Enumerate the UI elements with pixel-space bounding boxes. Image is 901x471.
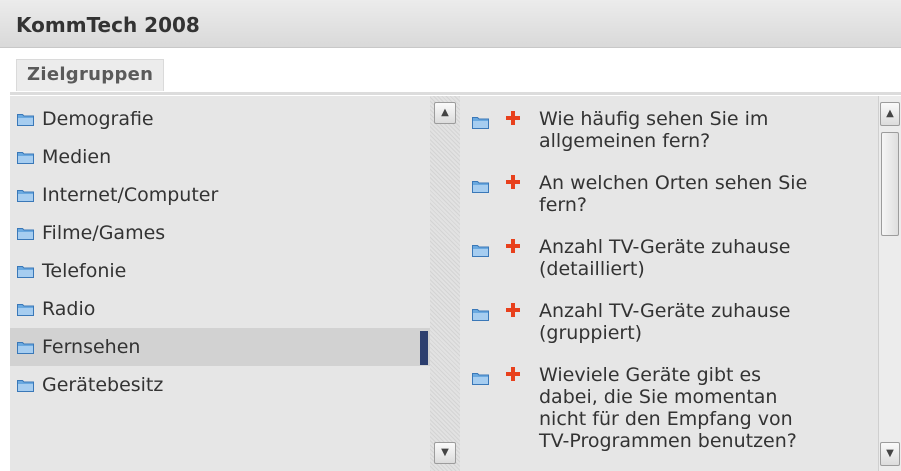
plus-icon[interactable] — [505, 366, 521, 382]
folder-icon — [17, 380, 34, 392]
question-line: Anzahl TV-Geräte zuhause — [539, 236, 791, 258]
arrow-up-icon[interactable]: ▲ — [434, 102, 456, 124]
tab-divider — [10, 92, 901, 95]
category-item-internet-computer[interactable]: Internet/Computer — [10, 176, 430, 214]
category-scrollbar[interactable]: ▲ ▼ — [430, 96, 460, 471]
question-item[interactable]: Anzahl TV-Geräte zuhause (gruppiert) — [460, 300, 878, 354]
folder-icon — [472, 309, 489, 321]
arrow-down-icon[interactable]: ▼ — [434, 442, 456, 464]
category-label: Gerätebesitz — [42, 374, 164, 396]
folder-icon — [472, 245, 489, 257]
selection-indicator — [420, 331, 428, 365]
category-list: Demografie Medien Internet/Computer Film… — [10, 96, 430, 471]
question-item[interactable]: Anzahl TV-Geräte zuhause (detailliert) — [460, 236, 878, 290]
scrollbar-thumb[interactable] — [881, 132, 899, 236]
category-item-radio[interactable]: Radio — [10, 290, 430, 328]
category-item-fernsehen[interactable]: Fernsehen — [10, 328, 430, 366]
question-scrollbar[interactable]: ▲ ▼ — [878, 96, 901, 471]
question-line: (gruppiert) — [539, 322, 643, 344]
app-title: KommTech 2008 — [16, 13, 200, 37]
question-item[interactable]: An welchen Orten sehen Sie fern? — [460, 172, 878, 226]
folder-icon — [17, 190, 34, 202]
tab-zielgruppen[interactable]: Zielgruppen — [16, 59, 165, 91]
folder-icon — [17, 266, 34, 278]
question-line: dabei, die Sie momentan — [539, 386, 778, 408]
category-label: Medien — [42, 146, 112, 168]
folder-icon — [17, 114, 34, 126]
question-line: allgemeinen fern? — [539, 130, 711, 152]
category-label: Fernsehen — [42, 336, 141, 358]
question-line: TV-Programmen benutzen? — [539, 430, 797, 452]
folder-icon — [472, 117, 489, 129]
folder-icon — [17, 152, 34, 164]
question-line: nicht für den Empfang von — [539, 408, 793, 430]
category-item-geraetebesitz[interactable]: Gerätebesitz — [10, 366, 430, 404]
category-label: Radio — [42, 298, 96, 320]
plus-icon[interactable] — [505, 174, 521, 190]
plus-icon[interactable] — [505, 238, 521, 254]
category-label: Internet/Computer — [42, 184, 219, 206]
arrow-down-icon[interactable]: ▼ — [880, 442, 900, 466]
question-item[interactable]: Wieviele Geräte gibt es dabei, die Sie m… — [460, 364, 878, 464]
folder-icon — [472, 181, 489, 193]
arrow-up-icon[interactable]: ▲ — [880, 102, 900, 126]
folder-icon — [17, 342, 34, 354]
question-item[interactable]: Wie häufig sehen Sie im allgemeinen fern… — [460, 108, 878, 162]
question-line: fern? — [539, 194, 587, 216]
plus-icon[interactable] — [505, 110, 521, 126]
app-title-bar: KommTech 2008 — [0, 0, 901, 48]
category-label: Telefonie — [42, 260, 127, 282]
question-line: (detailliert) — [539, 258, 645, 280]
category-item-telefonie[interactable]: Telefonie — [10, 252, 430, 290]
category-item-medien[interactable]: Medien — [10, 138, 430, 176]
category-label: Demografie — [42, 108, 154, 130]
question-line: Anzahl TV-Geräte zuhause — [539, 300, 791, 322]
question-line: An welchen Orten sehen Sie — [539, 172, 808, 194]
plus-icon[interactable] — [505, 302, 521, 318]
question-line: Wieviele Geräte gibt es — [539, 364, 762, 386]
folder-icon — [17, 228, 34, 240]
category-item-demografie[interactable]: Demografie — [10, 100, 430, 138]
question-line: Wie häufig sehen Sie im — [539, 108, 769, 130]
category-label: Filme/Games — [42, 222, 166, 244]
tab-bar: Zielgruppen — [0, 48, 901, 93]
folder-icon — [472, 373, 489, 385]
question-list: Wie häufig sehen Sie im allgemeinen fern… — [460, 96, 878, 471]
category-item-filme-games[interactable]: Filme/Games — [10, 214, 430, 252]
folder-icon — [17, 304, 34, 316]
